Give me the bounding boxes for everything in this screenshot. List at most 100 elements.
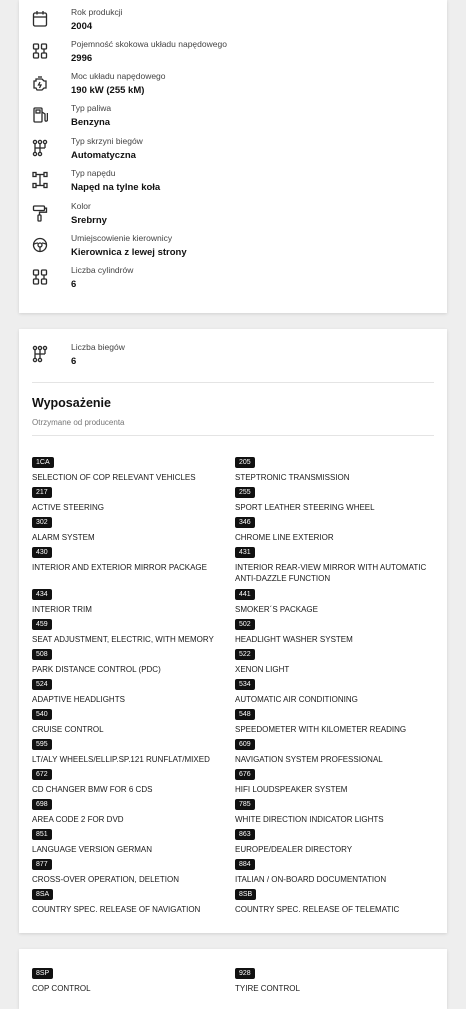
spec-label: Liczba cylindrów (71, 265, 134, 275)
spec-cylinders: Liczba cylindrów 6 (32, 265, 434, 295)
spec-engine-power: Moc układu napędowego 190 kW (255 kM) (32, 71, 434, 101)
vehicle-specs-card: Rok produkcji 2004 Pojemność skokowa ukł… (19, 0, 447, 313)
equipment-item: 8SP COP CONTROL (32, 962, 227, 994)
steering-wheel-icon (32, 236, 48, 254)
equipment-code-badge: 851 (32, 829, 52, 840)
equipment-name: TYIRE CONTROL (235, 984, 300, 993)
equipment-code-badge: 8SA (32, 889, 54, 900)
equipment-item: 434 INTERIOR TRIM (32, 583, 227, 615)
spec-value: Automatyczna (71, 150, 136, 161)
equipment-code-badge: 928 (235, 968, 255, 979)
equipment-code-badge: 302 (32, 517, 52, 528)
equipment-code-badge: 434 (32, 589, 52, 600)
equipment-code-badge: 595 (32, 739, 52, 750)
equipment-item: 431 INTERIOR REAR-VIEW MIRROR WITH AUTOMA… (235, 541, 430, 584)
equipment-code-badge: 698 (32, 799, 52, 810)
equipment-item: 1CA SELECTION OF COP RELEVANT VEHICLES (32, 451, 227, 483)
equipment-code-badge: 884 (235, 859, 255, 870)
equipment-code-badge: 1CA (32, 457, 54, 468)
equipment-code-badge: 255 (235, 487, 255, 498)
equipment-code-badge: 217 (32, 487, 52, 498)
fuel-pump-icon (32, 106, 48, 124)
equipment-name: INTERIOR REAR-VIEW MIRROR WITH AUTOMATIC… (235, 563, 427, 583)
spec-label: Typ napędu (71, 168, 116, 178)
equipment-code-badge: 534 (235, 679, 255, 690)
equipment-item: 255 SPORT LEATHER STEERING WHEEL (235, 481, 430, 513)
spec-label: Moc układu napędowego (71, 71, 166, 81)
equipment-name: COP CONTROL (32, 984, 91, 993)
equipment-code-badge: 522 (235, 649, 255, 660)
equipment-code-badge: 441 (235, 589, 255, 600)
cylinders-icon (32, 268, 48, 286)
equipment-item: 534 AUTOMATIC AIR CONDITIONING (235, 673, 430, 705)
equipment-item: 698 AREA CODE 2 FOR DVD (32, 793, 227, 825)
spec-drive-type: Typ napędu Napęd na tylne koła (32, 168, 434, 198)
equipment-item: 676 HIFI LOUDSPEAKER SYSTEM (235, 763, 430, 795)
equipment-name: COUNTRY SPEC. RELEASE OF TELEMATIC (235, 905, 400, 914)
spec-value: Srebrny (71, 215, 107, 226)
spec-label: Liczba biegów (71, 342, 125, 352)
equipment-item: 8SA COUNTRY SPEC. RELEASE OF NAVIGATION (32, 883, 227, 915)
equipment-item: 877 CROSS-OVER OPERATION, DELETION (32, 853, 227, 885)
divider (32, 382, 434, 383)
equipment-code-badge: 346 (235, 517, 255, 528)
spec-value: Napęd na tylne koła (71, 182, 161, 193)
spec-label: Kolor (71, 201, 91, 211)
spec-value: 2004 (71, 21, 93, 32)
spec-label: Typ skrzyni biegów (71, 136, 143, 146)
calendar-icon (32, 10, 48, 28)
equipment-item: 205 STEPTRONIC TRANSMISSION (235, 451, 430, 483)
engine-capacity-icon (32, 42, 48, 60)
equipment-code-badge: 676 (235, 769, 255, 780)
equipment-item: 508 PARK DISTANCE CONTROL (PDC) (32, 643, 227, 675)
equipment-code-badge: 431 (235, 547, 255, 558)
equipment-item: 346 CHROME LINE EXTERIOR (235, 511, 430, 543)
equipment-code-badge: 502 (235, 619, 255, 630)
equipment-code-badge: 8SB (235, 889, 257, 900)
equipment-item: 928 TYIRE CONTROL (235, 962, 430, 994)
spec-label: Pojemność skokowa układu napędowego (71, 39, 227, 49)
equipment-code-badge: 540 (32, 709, 52, 720)
gearbox-icon (32, 345, 48, 363)
spec-value: 2996 (71, 53, 93, 64)
equipment-item: 430 INTERIOR AND EXTERIOR MIRROR PACKAGE (32, 541, 227, 573)
gearbox-icon (32, 139, 48, 157)
equipment-code-badge: 524 (32, 679, 52, 690)
equipment-source: Otrzymane od producenta (32, 418, 125, 427)
spec-label: Typ paliwa (71, 103, 112, 113)
spec-value: 190 kW (255 kM) (71, 85, 145, 96)
equipment-heading: Wyposażenie (32, 396, 111, 410)
spec-engine-capacity: Pojemność skokowa układu napędowego 2996 (32, 39, 434, 69)
equipment-code-badge: 205 (235, 457, 255, 468)
spec-steering-position: Umiejscowienie kierownicy Kierownica z l… (32, 233, 434, 263)
spec-label: Umiejscowienie kierownicy (71, 233, 173, 243)
equipment-item: 459 SEAT ADJUSTMENT, ELECTRIC, WITH MEMOR… (32, 613, 227, 645)
equipment-code-badge: 8SP (32, 968, 54, 979)
equipment-item: 548 SPEEDOMETER WITH KILOMETER READING (235, 703, 430, 735)
spec-value: Benzyna (71, 117, 111, 128)
equipment-code-badge: 430 (32, 547, 52, 558)
equipment-item: 851 LANGUAGE VERSION GERMAN (32, 823, 227, 855)
spec-gearbox-type: Typ skrzyni biegów Automatyczna (32, 136, 434, 166)
spec-value: 6 (71, 279, 77, 290)
spec-production-year: Rok produkcji 2004 (32, 7, 434, 37)
equipment-item: 785 WHITE DIRECTION INDICATOR LIGHTS (235, 793, 430, 825)
spec-fuel-type: Typ paliwa Benzyna (32, 103, 434, 133)
spec-value: Kierownica z lewej strony (71, 247, 187, 258)
equipment-item: 609 NAVIGATION SYSTEM PROFESSIONAL (235, 733, 430, 765)
equipment-item: 540 CRUISE CONTROL (32, 703, 227, 735)
equipment-code-badge: 609 (235, 739, 255, 750)
divider (32, 435, 434, 436)
equipment-item: 672 CD CHANGER BMW FOR 6 CDS (32, 763, 227, 795)
equipment-card-continued: 8SP COP CONTROL 928 TYIRE CONTROL (19, 949, 447, 1009)
equipment-item: 863 EUROPE/DEALER DIRECTORY (235, 823, 430, 855)
equipment-code-badge: 863 (235, 829, 255, 840)
equipment-item: 595 LT/ALY WHEELS/ELLIP.SP.121 RUNFLAT/MI… (32, 733, 227, 765)
equipment-item: 502 HEADLIGHT WASHER SYSTEM (235, 613, 430, 645)
equipment-item: 302 ALARM SYSTEM (32, 511, 227, 543)
equipment-code-badge: 785 (235, 799, 255, 810)
spec-value: 6 (71, 356, 77, 367)
equipment-item: 522 XENON LIGHT (235, 643, 430, 675)
equipment-code-badge: 459 (32, 619, 52, 630)
equipment-name: COUNTRY SPEC. RELEASE OF NAVIGATION (32, 905, 201, 914)
